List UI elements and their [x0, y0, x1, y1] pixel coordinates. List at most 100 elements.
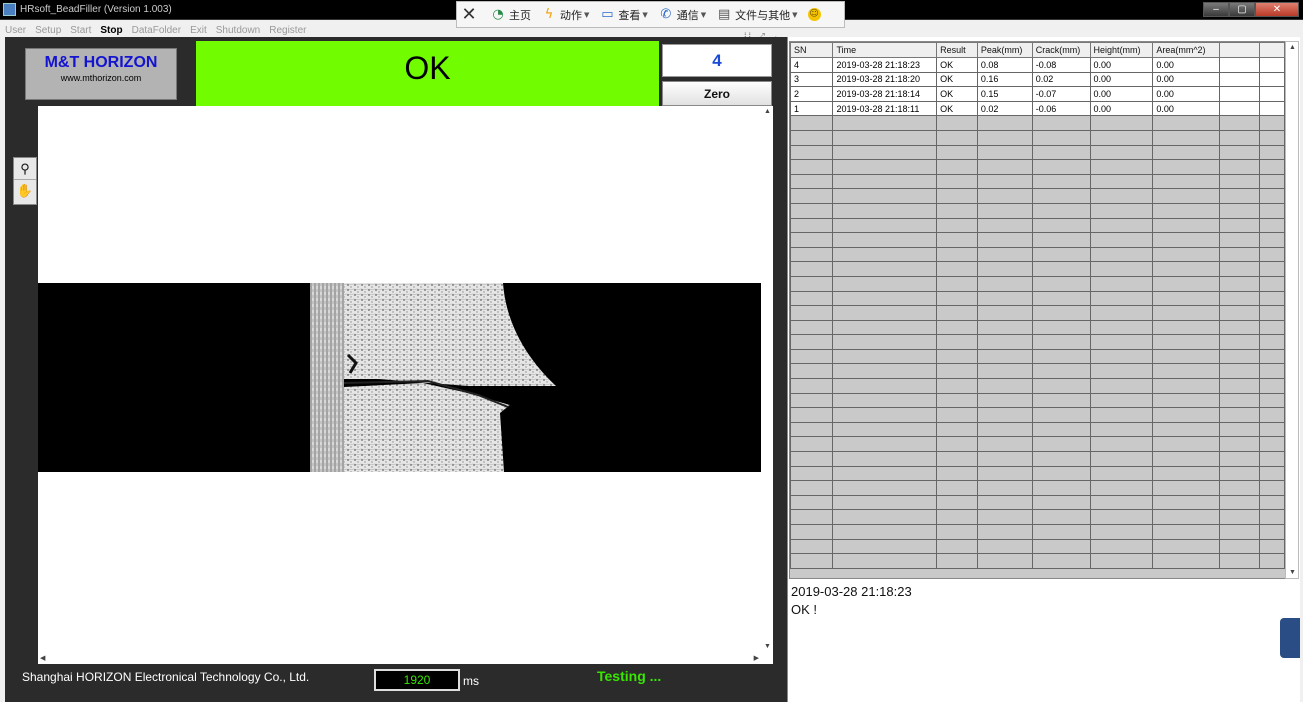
close-button[interactable]: ✕	[1255, 2, 1299, 17]
header-extra-2[interactable]	[1259, 42, 1285, 58]
table-cell[interactable]: 0.00	[1152, 71, 1221, 88]
table-cell[interactable]: 0.00	[1089, 57, 1154, 73]
table-cell[interactable]: 0.00	[1089, 100, 1154, 117]
table-cell[interactable]: 2	[790, 86, 834, 102]
scroll-down-icon[interactable]: ▼	[764, 643, 771, 650]
toolbar-view[interactable]: ▭ 查看 ▼	[599, 7, 648, 23]
table-cell[interactable]: 0.00	[1089, 71, 1154, 88]
table-cell[interactable]: 0.00	[1089, 86, 1154, 102]
header-extra-1[interactable]	[1219, 42, 1261, 58]
zero-button[interactable]: Zero	[662, 81, 772, 106]
scan-image-view[interactable]: ▲ ▼ ◀ ▶	[38, 106, 773, 664]
header-area[interactable]: Area(mm^2)	[1152, 42, 1221, 58]
table-cell[interactable]: OK	[936, 100, 978, 117]
empty-cell	[976, 378, 1033, 394]
empty-cell	[1259, 159, 1285, 175]
table-cell[interactable]: OK	[936, 86, 978, 102]
table-cell[interactable]: 0.08	[976, 57, 1033, 73]
table-cell[interactable]: OK	[936, 71, 978, 88]
empty-cell	[1219, 451, 1261, 467]
table-cell[interactable]: 0.02	[1031, 71, 1091, 88]
toolbar-comm[interactable]: ✆ 通信 ▼	[658, 7, 706, 23]
table-cell[interactable]: -0.07	[1031, 86, 1091, 102]
table-cell[interactable]: 0.16	[976, 71, 1033, 88]
toolbar-action[interactable]: ϟ 动作 ▼	[541, 7, 590, 23]
image-vertical-scrollbar[interactable]: ▲ ▼	[761, 106, 773, 652]
table-cell[interactable]: 1	[790, 100, 834, 117]
table-row[interactable]: 4 2019-03-28 21:18:23 OK 0.08 -0.08 0.00 0.00	[790, 57, 1285, 73]
scroll-down-icon[interactable]: ▼	[1289, 569, 1296, 576]
table-cell[interactable]	[1259, 100, 1285, 117]
empty-cell	[832, 465, 938, 482]
header-peak[interactable]: Peak(mm)	[976, 42, 1033, 58]
scroll-left-icon[interactable]: ◀	[40, 654, 45, 662]
table-cell[interactable]	[1219, 71, 1261, 88]
header-sn[interactable]: SN	[790, 42, 834, 58]
table-cell[interactable]: 4	[790, 57, 834, 73]
table-row[interactable]: 3 2019-03-28 21:18:20 OK 0.16 0.02 0.00 0.00	[790, 71, 1285, 88]
table-cell[interactable]: 0.00	[1152, 86, 1221, 102]
table-cell[interactable]: OK	[936, 57, 978, 73]
menu-stop[interactable]: Stop	[95, 22, 126, 36]
table-cell[interactable]	[1219, 100, 1261, 117]
table-cell[interactable]	[1219, 86, 1261, 102]
empty-cell	[936, 451, 978, 467]
empty-cell	[1031, 348, 1091, 365]
table-cell[interactable]	[1259, 71, 1285, 88]
table-row[interactable]: 2 2019-03-28 21:18:14 OK 0.15 -0.07 0.00 0.00	[790, 86, 1285, 102]
menu-exit[interactable]: Exit	[185, 22, 211, 36]
smiley-button[interactable]: ☺	[807, 8, 824, 21]
table-cell[interactable]: 0.00	[1152, 100, 1221, 117]
scroll-right-icon[interactable]: ▶	[754, 654, 759, 662]
empty-cell	[1259, 524, 1285, 540]
minimize-button[interactable]: –	[1203, 2, 1229, 17]
table-cell[interactable]: 0.02	[976, 100, 1033, 117]
scroll-up-icon[interactable]: ▲	[1289, 44, 1296, 51]
empty-cell	[1089, 538, 1154, 555]
table-cell[interactable]: 2019-03-28 21:18:23	[832, 57, 938, 73]
table-cell[interactable]: 2019-03-28 21:18:11	[832, 100, 938, 117]
menu-register[interactable]: Register	[264, 22, 310, 36]
table-cell[interactable]	[1259, 57, 1285, 73]
menu-start[interactable]: Start	[65, 22, 95, 36]
header-height[interactable]: Height(mm)	[1089, 42, 1154, 58]
results-table[interactable]: SN Time Result Peak(mm) Crack(mm) Height…	[789, 41, 1286, 579]
table-vertical-scrollbar[interactable]: ▲ ▼	[1285, 41, 1299, 579]
menu-shutdown[interactable]: Shutdown	[211, 22, 264, 36]
table-cell[interactable]: 0.00	[1152, 57, 1221, 73]
remote-side-tab[interactable]	[1280, 618, 1300, 658]
empty-cell	[1089, 202, 1154, 219]
header-crack[interactable]: Crack(mm)	[1031, 42, 1091, 58]
table-cell[interactable]	[1219, 57, 1261, 73]
empty-cell	[1152, 494, 1221, 511]
empty-cell	[832, 378, 938, 394]
table-cell[interactable]: -0.08	[1031, 57, 1091, 73]
scroll-up-icon[interactable]: ▲	[764, 108, 771, 115]
table-cell[interactable]	[1259, 86, 1285, 102]
toolbar-file[interactable]: ▤ 文件与其他 ▼	[716, 7, 798, 23]
empty-cell	[1219, 421, 1261, 438]
header-result[interactable]: Result	[936, 42, 978, 58]
table-cell[interactable]: 2019-03-28 21:18:14	[832, 86, 938, 102]
empty-cell	[1089, 407, 1154, 423]
empty-cell	[1031, 246, 1091, 263]
header-time[interactable]: Time	[832, 42, 938, 58]
empty-table-row	[790, 465, 1285, 482]
table-cell[interactable]: 0.15	[976, 86, 1033, 102]
maximize-button[interactable]: ▢	[1229, 2, 1255, 17]
toolbar-close-button[interactable]: ✕	[461, 5, 480, 23]
menu-user[interactable]: User	[0, 22, 30, 36]
menu-setup[interactable]: Setup	[30, 22, 65, 36]
table-cell[interactable]: -0.06	[1031, 100, 1091, 117]
table-cell[interactable]: 3	[790, 71, 834, 88]
empty-table-row	[790, 275, 1285, 292]
toolbar-home[interactable]: ◔ 主页	[490, 7, 531, 23]
menu-datafolder[interactable]: DataFolder	[127, 22, 185, 36]
empty-cell	[936, 290, 978, 307]
table-cell[interactable]: 2019-03-28 21:18:20	[832, 71, 938, 88]
image-horizontal-scrollbar[interactable]: ◀ ▶	[38, 652, 761, 664]
pan-hand-icon[interactable]: ✋	[14, 180, 36, 202]
empty-cell	[1219, 173, 1261, 190]
table-row[interactable]: 1 2019-03-28 21:18:11 OK 0.02 -0.06 0.00 0.00	[790, 100, 1285, 117]
zoom-icon[interactable]: ⚲	[14, 158, 36, 180]
